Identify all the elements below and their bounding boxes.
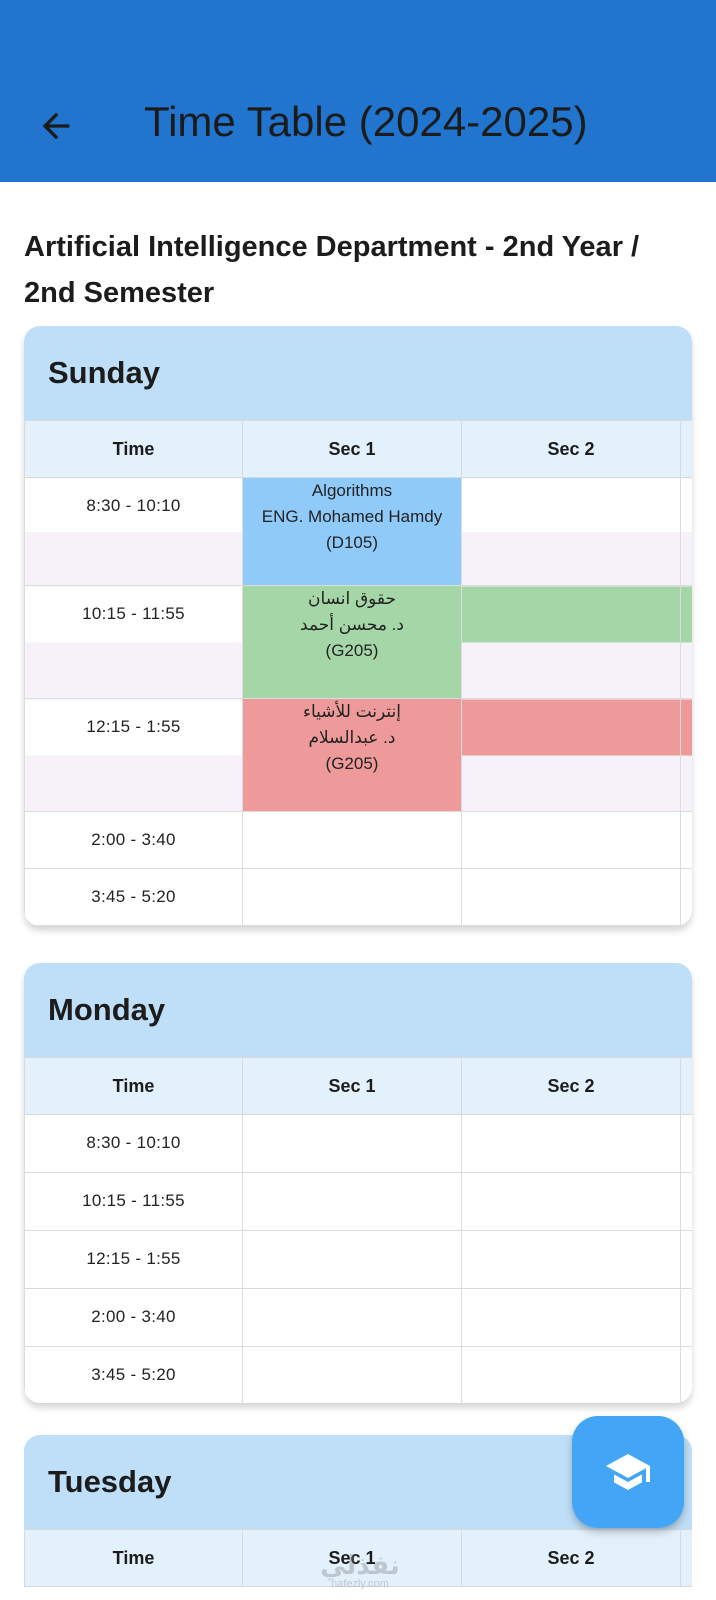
empty-slot: [461, 1346, 681, 1403]
column-header-more: [680, 1529, 692, 1587]
empty-slot: [242, 1172, 462, 1231]
empty-slot: [242, 1230, 462, 1289]
watermark: نفذلي nafezly.com: [300, 1552, 420, 1590]
time-cell: 2:00 - 3:40: [24, 1288, 243, 1347]
day-card-sunday: Sunday Time Sec 1 Sec 2 8:30 - 10:10 Alg…: [24, 326, 692, 926]
class-slot-partial: [680, 585, 692, 699]
column-header-time: Time: [24, 1057, 243, 1115]
empty-slot: [680, 1230, 692, 1289]
empty-slot: [680, 1114, 692, 1173]
empty-slot: [242, 868, 462, 926]
time-cell: 8:30 - 10:10: [24, 1114, 243, 1173]
column-header-sec1: Sec 1: [242, 1057, 462, 1115]
empty-slot: [242, 811, 462, 869]
empty-slot: [680, 1288, 692, 1347]
time-cell: 2:00 - 3:40: [24, 811, 243, 869]
empty-slot: [680, 811, 692, 869]
table-row: 12:15 - 1:55: [24, 1230, 692, 1289]
time-cell: 12:15 - 1:55: [24, 1230, 243, 1289]
slot-subject: إنترنت للأشياء: [303, 702, 401, 721]
slot-room: (G205): [325, 754, 379, 773]
empty-slot: [461, 811, 681, 869]
day-card-monday: Monday Time Sec 1 Sec 2 8:30 - 10:10 10:…: [24, 963, 692, 1403]
slot-subject: Algorithms: [311, 481, 393, 500]
class-slot[interactable]: حقوق انسان د. محسن أحمد (G205): [242, 585, 462, 699]
column-header-sec2: Sec 2: [461, 1057, 681, 1115]
empty-slot: [242, 1346, 462, 1403]
slot-subject: حقوق انسان: [307, 589, 397, 608]
slot-room: (D105): [326, 533, 378, 552]
slot-instructor: ENG. Mohamed Hamdy: [261, 507, 443, 526]
time-cell: 12:15 - 1:55: [24, 698, 243, 812]
class-slot-partial: [461, 585, 681, 699]
empty-slot: [461, 1288, 681, 1347]
timetable: Time Sec 1 Sec 2 8:30 - 10:10 10:15 - 11…: [24, 1057, 692, 1403]
column-header-more: [680, 420, 692, 478]
time-cell: 3:45 - 5:20: [24, 868, 243, 926]
table-row: 3:45 - 5:20: [24, 1346, 692, 1403]
table-row: 2:00 - 3:40: [24, 811, 692, 869]
empty-slot: [461, 1114, 681, 1173]
back-button[interactable]: [30, 100, 82, 152]
table-row: 8:30 - 10:10: [24, 1114, 692, 1173]
class-slot[interactable]: إنترنت للأشياء د. عبدالسلام (G205): [242, 698, 462, 812]
arrow-left-icon: [42, 112, 70, 140]
column-header-sec1: Sec 1: [242, 420, 462, 478]
time-cell: 3:45 - 5:20: [24, 1346, 243, 1403]
column-header-time: Time: [24, 1529, 243, 1587]
empty-slot: [461, 1172, 681, 1231]
empty-slot: [680, 477, 692, 586]
empty-slot: [680, 1172, 692, 1231]
watermark-latin: nafezly.com: [331, 1578, 389, 1590]
empty-slot: [461, 868, 681, 926]
time-cell: 8:30 - 10:10: [24, 477, 243, 586]
graduation-fab-button[interactable]: [572, 1416, 684, 1528]
table-row: 3:45 - 5:20: [24, 868, 692, 926]
table-row: 8:30 - 10:10 Algorithms ENG. Mohamed Ham…: [24, 477, 692, 586]
time-cell: 10:15 - 11:55: [24, 1172, 243, 1231]
table-row: 2:00 - 3:40: [24, 1288, 692, 1347]
slot-room: (G205): [325, 641, 379, 660]
empty-slot: [242, 1288, 462, 1347]
graduation-cap-icon: [606, 1454, 650, 1490]
slot-instructor: د. عبدالسلام: [308, 728, 396, 747]
table-header-row: Time Sec 1 Sec 2: [24, 1057, 692, 1115]
page-title: Time Table (2024-2025): [144, 98, 588, 145]
column-header-sec2: Sec 2: [461, 420, 681, 478]
empty-slot: [242, 1114, 462, 1173]
table-row: 12:15 - 1:55 إنترنت للأشياء د. عبدالسلام…: [24, 698, 692, 812]
class-slot-partial: [680, 698, 692, 812]
empty-slot: [680, 868, 692, 926]
empty-slot: [461, 477, 681, 586]
class-slot-partial: [461, 698, 681, 812]
empty-slot: [680, 1346, 692, 1403]
class-slot[interactable]: Algorithms ENG. Mohamed Hamdy (D105): [242, 477, 462, 586]
day-header: Sunday: [24, 326, 692, 420]
watermark-arabic: نفذلي: [320, 1550, 400, 1580]
table-row: 10:15 - 11:55: [24, 1172, 692, 1231]
column-header-time: Time: [24, 420, 243, 478]
app-bar: Time Table (2024-2025): [0, 0, 716, 182]
table-row: 10:15 - 11:55 حقوق انسان د. محسن أحمد (G…: [24, 585, 692, 699]
time-cell: 10:15 - 11:55: [24, 585, 243, 699]
empty-slot: [461, 1230, 681, 1289]
table-header-row: Time Sec 1 Sec 2: [24, 420, 692, 478]
column-header-more: [680, 1057, 692, 1115]
day-header: Monday: [24, 963, 692, 1057]
column-header-sec2: Sec 2: [461, 1529, 681, 1587]
slot-instructor: د. محسن أحمد: [300, 615, 404, 634]
department-title: Artificial Intelligence Department - 2nd…: [24, 231, 640, 309]
timetable: Time Sec 1 Sec 2 8:30 - 10:10 Algorithms…: [24, 420, 692, 926]
